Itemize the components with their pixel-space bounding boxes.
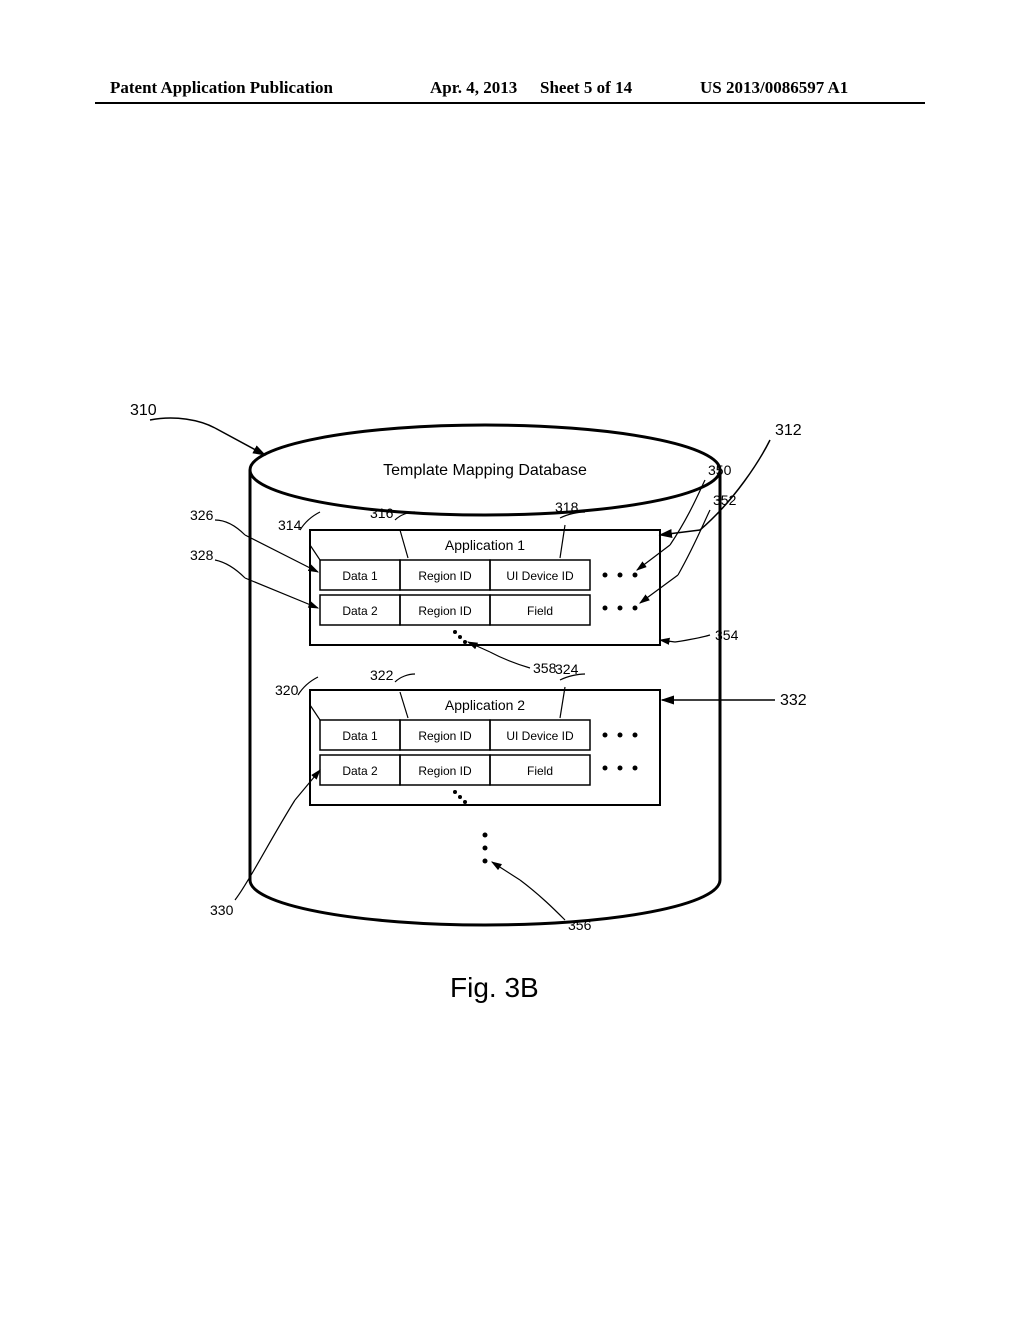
svg-text:352: 352 bbox=[713, 492, 737, 508]
ref-358: 358 bbox=[468, 642, 557, 676]
app2-row1: Data 1 Region ID UI Device ID bbox=[320, 720, 638, 750]
svg-text:354: 354 bbox=[715, 627, 739, 643]
svg-text:310: 310 bbox=[130, 402, 157, 419]
svg-text:350: 350 bbox=[708, 462, 732, 478]
app1-row1: Data 1 Region ID UI Device ID bbox=[320, 560, 638, 590]
app2-r2-c2: Region ID bbox=[418, 764, 472, 778]
ref-354: 354 bbox=[660, 627, 739, 643]
app1-r2-c2: Region ID bbox=[418, 604, 472, 618]
svg-text:312: 312 bbox=[775, 422, 802, 439]
ref-310: 310 bbox=[130, 402, 265, 455]
app2-table: Application 2 Data 1 Region ID UI Device… bbox=[310, 690, 660, 805]
db-title: Template Mapping Database bbox=[383, 462, 587, 479]
svg-text:320: 320 bbox=[275, 682, 299, 698]
ref-318: 318 bbox=[555, 499, 585, 558]
app1-r1-c1: Data 1 bbox=[342, 569, 378, 583]
ref-314: 314 bbox=[278, 512, 320, 560]
ref-312: 312 bbox=[660, 422, 802, 535]
app2-r1-c3: UI Device ID bbox=[506, 729, 574, 743]
svg-text:332: 332 bbox=[780, 692, 807, 709]
svg-text:358: 358 bbox=[533, 660, 557, 676]
app1-row2: Data 2 Region ID Field bbox=[320, 595, 638, 625]
app2-r2-c1: Data 2 bbox=[342, 764, 378, 778]
app2-title: Application 2 bbox=[445, 697, 525, 713]
ref-328: 328 bbox=[190, 547, 318, 608]
ref-320: 320 bbox=[275, 677, 320, 720]
app2-row2: Data 2 Region ID Field bbox=[320, 755, 638, 785]
app1-r1-c3: UI Device ID bbox=[506, 569, 574, 583]
figure-svg: Template Mapping Database Application 1 … bbox=[0, 0, 1024, 1320]
svg-text:328: 328 bbox=[190, 547, 214, 563]
svg-text:316: 316 bbox=[370, 505, 394, 521]
app2-r1-c2: Region ID bbox=[418, 729, 472, 743]
svg-text:356: 356 bbox=[568, 917, 592, 933]
svg-text:326: 326 bbox=[190, 507, 214, 523]
app1-r1-c2: Region ID bbox=[418, 569, 472, 583]
app2-r2-c3: Field bbox=[527, 764, 553, 778]
figure-caption: Fig. 3B bbox=[450, 972, 539, 1004]
svg-text:314: 314 bbox=[278, 517, 302, 533]
ref-322: 322 bbox=[370, 667, 415, 718]
page: Patent Application Publication Apr. 4, 2… bbox=[0, 0, 1024, 1320]
app2-r1-c1: Data 1 bbox=[342, 729, 378, 743]
ref-332: 332 bbox=[662, 692, 807, 709]
app1-r2-c1: Data 2 bbox=[342, 604, 378, 618]
svg-text:318: 318 bbox=[555, 499, 579, 515]
svg-text:322: 322 bbox=[370, 667, 394, 683]
app1-title: Application 1 bbox=[445, 537, 525, 553]
svg-text:330: 330 bbox=[210, 902, 234, 918]
app1-table: Application 1 Data 1 Region ID UI Device… bbox=[310, 530, 660, 645]
between-ellipsis bbox=[483, 833, 488, 864]
app1-r2-c3: Field bbox=[527, 604, 553, 618]
figure-3b: Template Mapping Database Application 1 … bbox=[0, 0, 1024, 1320]
svg-text:324: 324 bbox=[555, 661, 579, 677]
ref-316: 316 bbox=[370, 505, 415, 558]
